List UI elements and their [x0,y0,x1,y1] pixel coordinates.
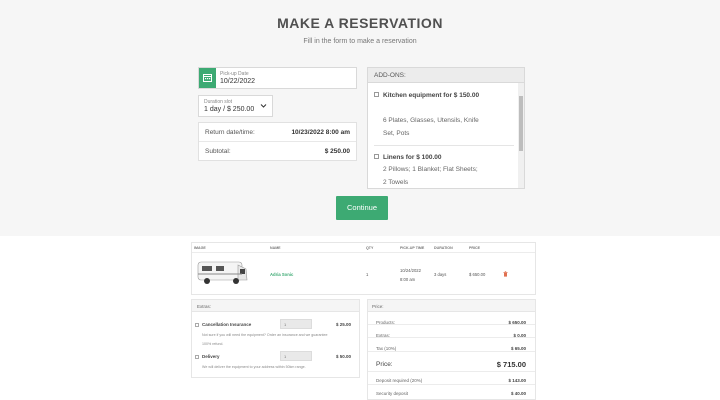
column-header: QTY [366,246,374,250]
price-row-value: $ 143.00 [508,378,526,383]
motorhome-image [197,261,248,284]
price-row-value: $ 65.00 [510,346,526,351]
table-header: IMAGE NAME QTY PICK-UP TIME DURATION PRI… [192,243,535,253]
addons-header: ADD-ONS: [368,68,524,83]
extras-header: Extras: [192,300,359,312]
duration-label: Duration slot [204,99,233,105]
pickup-time: 8:00 am [400,277,416,282]
reservation-summary: Return date/time: 10/23/2022 8:00 am Sub… [198,122,357,161]
extra-name: Delivery [202,354,220,359]
extra-qty-input[interactable]: 1 [280,351,312,361]
duration: 3 days [434,272,447,277]
pickup-date-value[interactable]: 10/22/2022 [220,78,255,85]
extra-description: We will deliver the equipment to your ad… [202,365,306,369]
price-panel: Price: Products: $ 650.00 Extras: $ 0.00… [367,299,536,400]
column-header: IMAGE [194,246,206,250]
column-header: DURATION [434,246,453,250]
extras-heading: Extras: [197,303,212,309]
product-name-link[interactable]: Adria Sonic [270,272,293,277]
addons-panel: ADD-ONS: Kitchen equipment for $ 150.00 … [367,67,525,189]
extra-qty-value[interactable]: 1 [284,322,286,327]
subtotal-row: Subtotal: $ 250.00 [199,142,356,161]
subtotal-value: $ 250.00 [324,148,350,155]
extra-checkbox[interactable] [195,323,199,327]
duration-value[interactable]: 1 day / $ 250.00 [204,106,254,113]
price-row-label: Security deposit [376,391,409,396]
pickup-date: 10/24/2022 [400,268,421,273]
price-heading: Price: [372,303,384,309]
addons-heading: ADD-ONS: [374,72,406,79]
addon-name: Kitchen equipment for $ 150.00 [383,92,480,99]
addon-name: Linens for $ 100.00 [383,154,442,161]
extra-qty-input[interactable]: 1 [280,319,312,329]
price-header: Price: [368,300,535,312]
duration-select[interactable]: Duration slot 1 day / $ 250.00 [198,95,273,117]
price-total-label: Price: [376,361,393,368]
extra-checkbox[interactable] [195,355,199,359]
column-header: NAME [270,246,281,250]
continue-button[interactable]: Continue [336,196,388,220]
addon-divider [374,145,514,146]
price-row-label: Tax (10%) [376,346,397,351]
product-qty: 1 [366,272,369,277]
chevron-down-icon[interactable] [260,103,267,109]
extra-qty-value[interactable]: 1 [284,354,286,359]
column-header: PRICE [469,246,480,250]
column-header: PICK-UP TIME [400,246,425,250]
cart-table: IMAGE NAME QTY PICK-UP TIME DURATION PRI… [191,242,536,295]
subtotal-label: Subtotal: [205,148,231,155]
pickup-date-label: Pick-up Date [220,71,249,77]
addons-scrollbar[interactable] [518,83,524,188]
extra-price: $ 50.00 [335,354,351,359]
price-row: Deposit required (20%) $ 143.00 [368,372,535,385]
scrollbar-thumb[interactable] [519,96,523,151]
pickup-date-field[interactable]: Pick-up Date 10/22/2022 [198,67,357,89]
return-value: 10/23/2022 8:00 am [291,129,350,136]
page-title: MAKE A RESERVATION [277,15,443,31]
price-total-value: $ 715.00 [496,360,526,369]
page-subtitle: Fill in the form to make a reservation [303,38,417,45]
product-price: $ 650.00 [469,272,486,277]
price-row-label: Deposit required (20%) [376,378,423,383]
price-row: Security deposit $ 40.00 [368,385,535,399]
price-row: Products: $ 650.00 [368,312,535,325]
extra-name: Cancellation Insurance [202,322,252,327]
extra-description: Not sure if you will need the equipment?… [202,333,328,346]
extra-price: $ 25.00 [335,322,351,327]
price-row: Tax (10%) $ 65.00 [368,338,535,352]
return-row: Return date/time: 10/23/2022 8:00 am [199,123,356,142]
price-row-value: $ 40.00 [510,391,526,396]
trash-icon[interactable] [503,271,508,277]
addon-description: 6 Plates, Glasses, Utensils, Knife Set, … [383,117,479,137]
price-row: Extras: $ 0.00 [368,325,535,338]
addon-checkbox[interactable] [374,154,379,159]
calendar-icon[interactable] [199,68,216,88]
addon-checkbox[interactable] [374,92,379,97]
addon-description: 2 Pillows; 1 Blanket; Flat Sheets; 2 Tow… [383,166,478,186]
reservation-section: MAKE A RESERVATION Fill in the form to m… [0,0,720,236]
return-label: Return date/time: [205,129,255,136]
price-total-row: Price: $ 715.00 [368,352,535,372]
